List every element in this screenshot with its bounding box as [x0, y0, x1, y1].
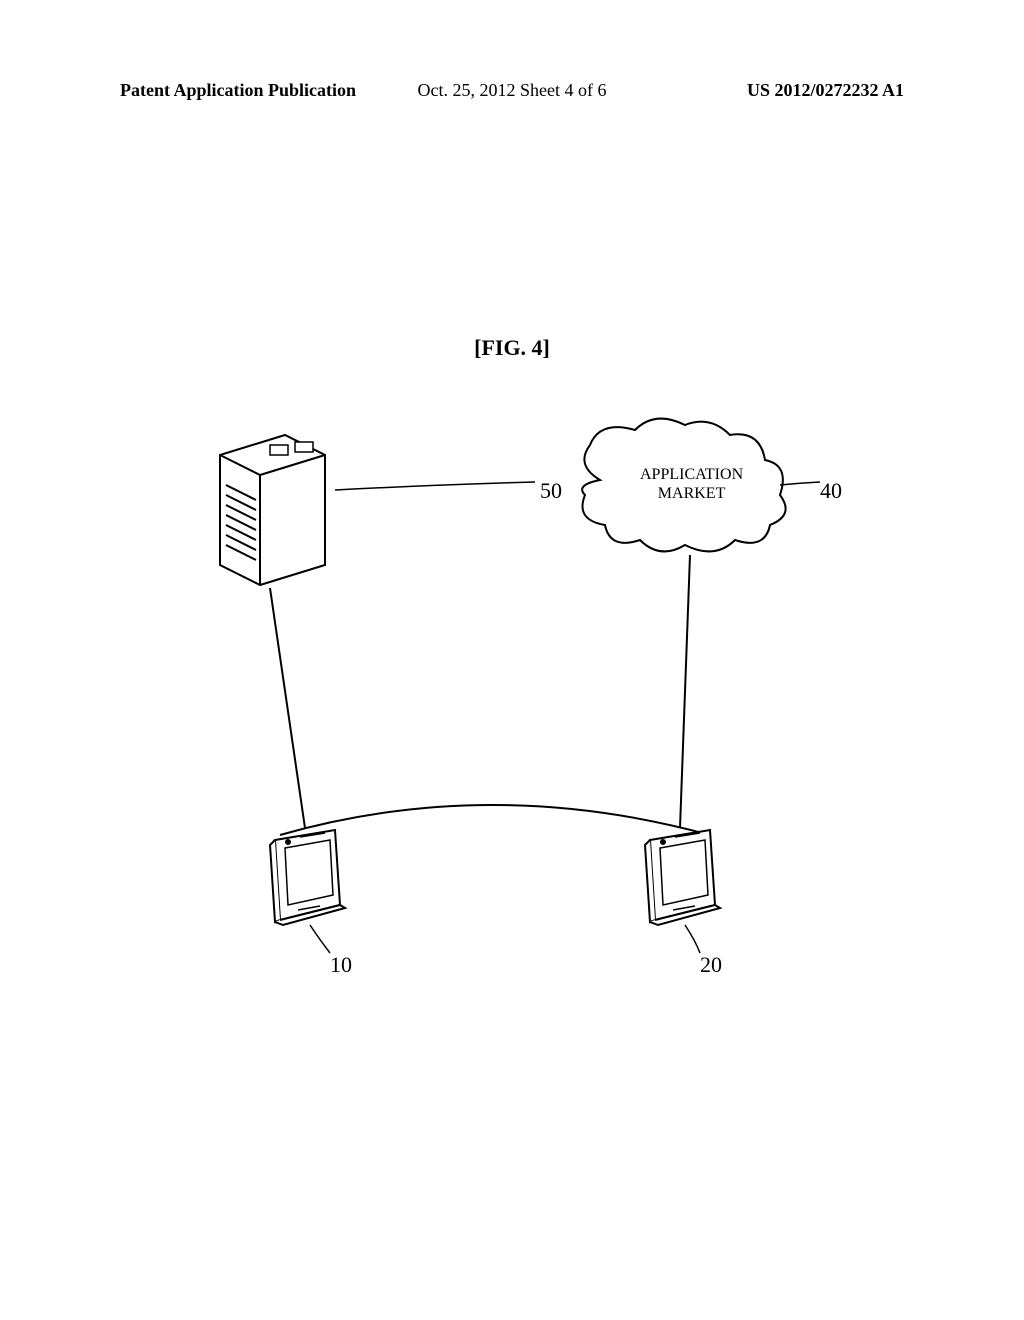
phone-right-icon — [645, 830, 720, 925]
reference-numeral-40: 40 — [820, 478, 842, 504]
reference-numeral-20: 20 — [700, 952, 722, 978]
reference-numeral-50: 50 — [540, 478, 562, 504]
leader-line-50 — [335, 482, 535, 490]
figure-title: [FIG. 4] — [474, 335, 550, 361]
cloud-label-line1: APPLICATION — [640, 466, 743, 483]
page-header: Patent Application Publication Oct. 25, … — [0, 80, 1024, 101]
connection-server-phone1 — [270, 588, 305, 828]
header-date-sheet: Oct. 25, 2012 Sheet 4 of 6 — [418, 80, 607, 101]
cloud-label-line2: MARKET — [658, 485, 726, 502]
leader-line-20 — [685, 925, 700, 953]
header-publication-number: US 2012/0272232 A1 — [747, 80, 904, 101]
leader-line-10 — [310, 925, 330, 953]
cloud-label: APPLICATION MARKET — [640, 465, 743, 503]
header-publication-type: Patent Application Publication — [120, 80, 356, 101]
connection-cloud-phone2 — [680, 555, 690, 828]
leader-line-40 — [780, 482, 820, 485]
phone-left-icon — [270, 830, 345, 925]
connection-phone-phone — [280, 805, 710, 835]
server-icon — [220, 435, 325, 585]
reference-numeral-10: 10 — [330, 952, 352, 978]
